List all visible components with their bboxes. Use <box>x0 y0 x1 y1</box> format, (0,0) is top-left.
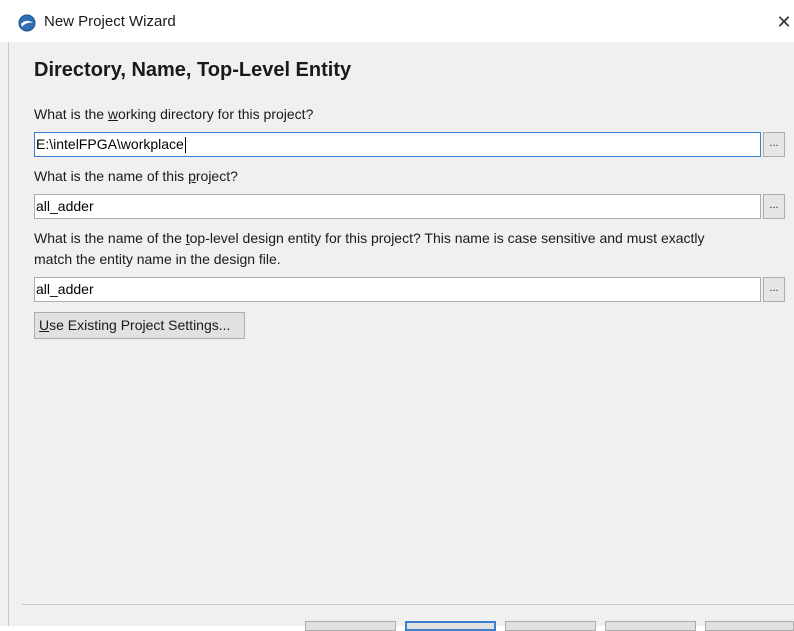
use-existing-project-settings-button[interactable]: Use Existing Project Settings... <box>34 312 245 339</box>
working-directory-input[interactable]: E:\intelFPGA\workplace <box>34 132 761 157</box>
project-name-browse-button[interactable]: ... <box>763 194 785 219</box>
top-level-entity-label: What is the name of the top-level design… <box>34 230 705 267</box>
top-level-entity-browse-button[interactable]: ... <box>763 277 785 302</box>
quartus-logo-icon <box>18 14 36 32</box>
window-title: New Project Wizard <box>44 13 176 30</box>
project-name-label: What is the name of this project? <box>34 168 238 184</box>
cancel-button[interactable] <box>605 621 696 631</box>
working-directory-browse-button[interactable]: ... <box>763 132 785 157</box>
project-name-input[interactable]: all_adder <box>34 194 761 219</box>
finish-button[interactable] <box>505 621 596 631</box>
text-caret <box>184 137 186 154</box>
title-bar: New Project Wizard ✕ <box>0 0 794 42</box>
help-button[interactable] <box>705 621 794 631</box>
close-button[interactable]: ✕ <box>770 6 794 38</box>
left-border <box>8 42 9 626</box>
next-button[interactable] <box>405 621 496 631</box>
new-project-wizard-window: New Project Wizard ✕ Directory, Name, To… <box>0 0 794 631</box>
footer-separator <box>22 604 794 605</box>
working-directory-label: What is the working directory for this p… <box>34 106 314 122</box>
close-icon: ✕ <box>776 12 792 32</box>
page-heading: Directory, Name, Top-Level Entity <box>34 59 352 81</box>
back-button[interactable] <box>305 621 396 631</box>
top-level-entity-input[interactable]: all_adder <box>34 277 761 302</box>
